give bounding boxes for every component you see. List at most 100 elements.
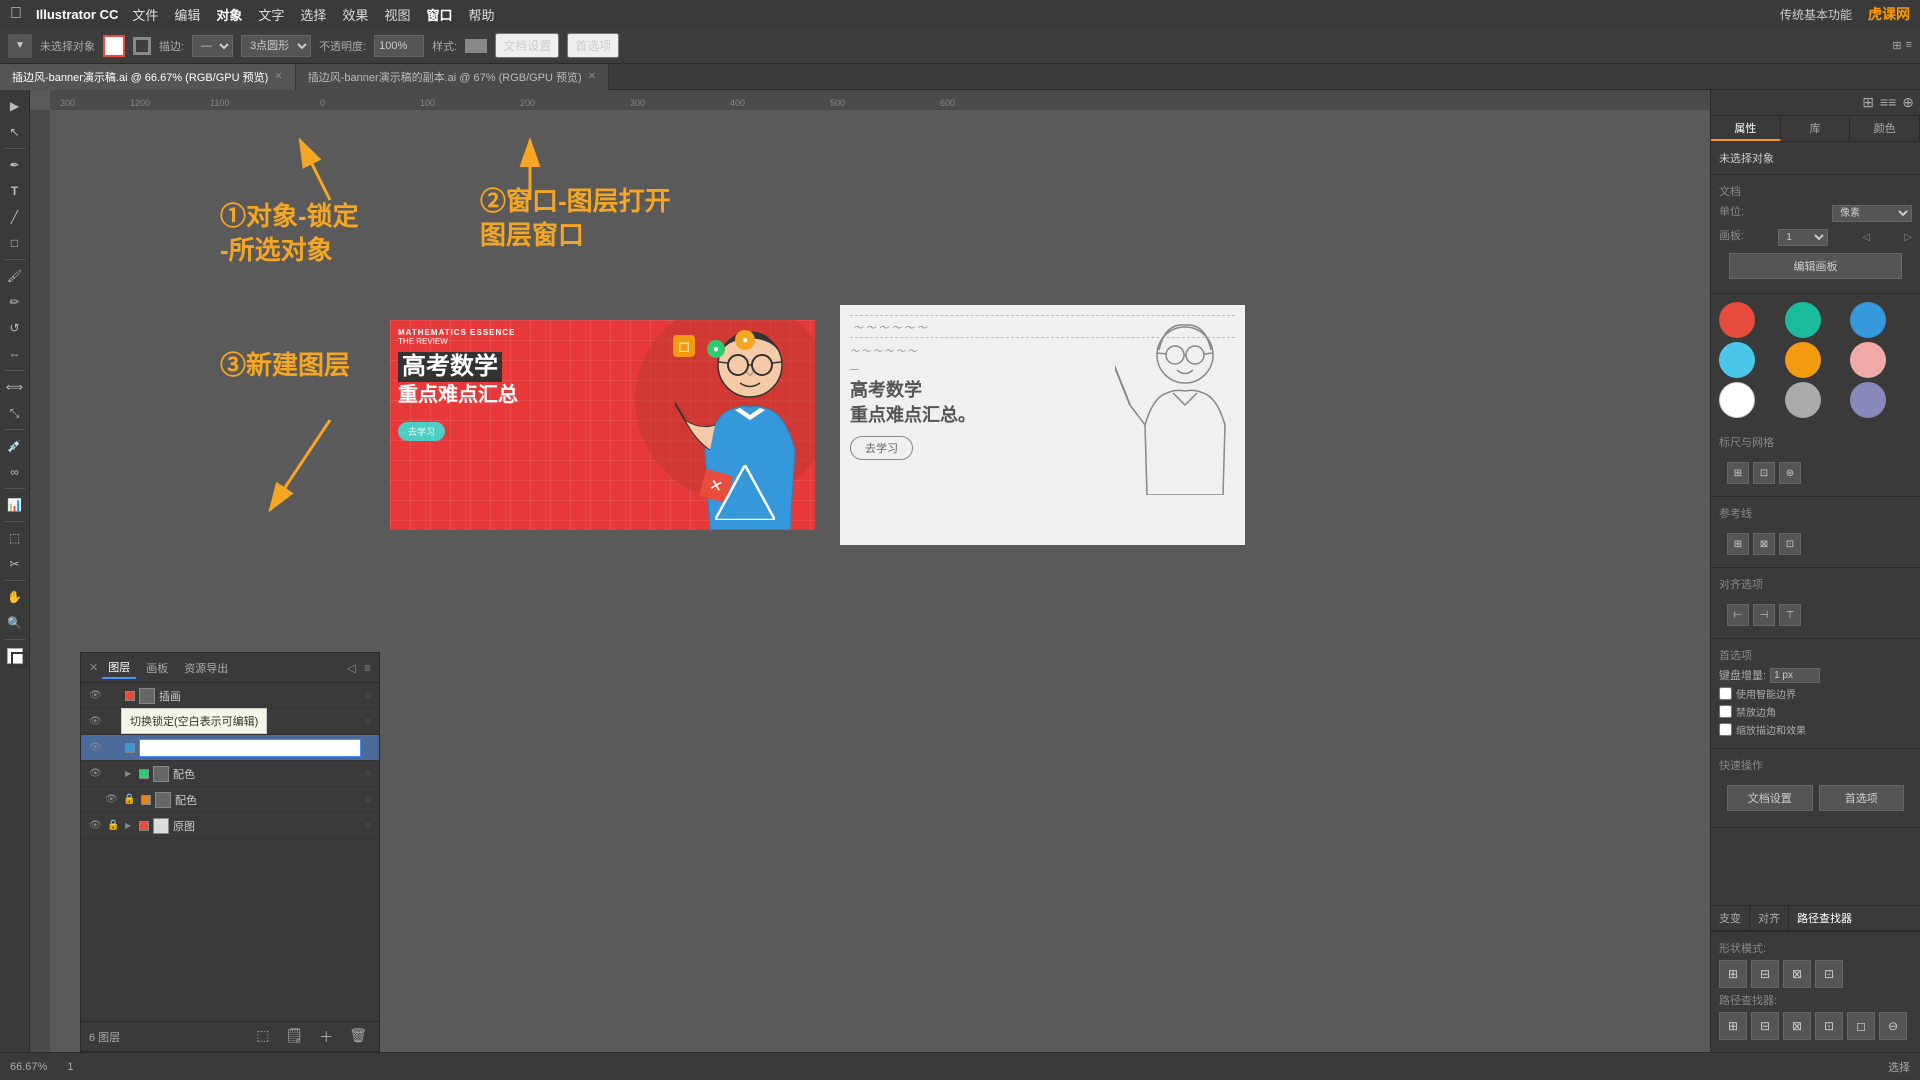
- layer-expand-color1[interactable]: ▶: [125, 769, 135, 778]
- template-next[interactable]: ▷: [1904, 232, 1912, 243]
- panel-tab-properties[interactable]: 属性: [1711, 116, 1781, 141]
- layer-eye-color1[interactable]: 👁: [89, 768, 103, 779]
- tool-select[interactable]: ▶: [3, 94, 27, 118]
- unit-select[interactable]: 像素: [1832, 205, 1912, 222]
- apple-icon[interactable]: : [10, 5, 22, 23]
- tool-shape[interactable]: □: [3, 231, 27, 255]
- layer-item-active[interactable]: 👁 ○ 切换锁定(空白表示可编辑): [81, 735, 379, 761]
- stroke-weight[interactable]: —: [192, 35, 233, 57]
- panel-tab-library[interactable]: 库: [1781, 116, 1851, 141]
- tool-slice[interactable]: ✂: [3, 552, 27, 576]
- preferences-btn[interactable]: 首选项: [567, 33, 619, 58]
- layer-delete-btn[interactable]: 🗑: [345, 1025, 371, 1049]
- swatch-lightblue[interactable]: [1719, 342, 1755, 378]
- tab-1-close[interactable]: ✕: [274, 71, 282, 82]
- pf-outline-btn[interactable]: ◻: [1847, 1012, 1875, 1040]
- layer-item-color1[interactable]: 👁 ▶ 配色 ○: [81, 761, 379, 787]
- menu-window[interactable]: 窗口: [426, 5, 452, 24]
- edit-template-btn[interactable]: 编辑画板: [1729, 253, 1903, 279]
- menu-file[interactable]: 文件: [132, 5, 158, 24]
- layers-tab-export[interactable]: 资源导出: [178, 658, 234, 678]
- layers-tab-layers[interactable]: 图层: [102, 657, 136, 679]
- menu-help[interactable]: 帮助: [468, 5, 494, 24]
- layer-eye-color2[interactable]: 👁: [105, 794, 119, 805]
- align-left-btn[interactable]: ⊢: [1727, 604, 1749, 626]
- tool-eyedropper[interactable]: 💉: [3, 434, 27, 458]
- swatch-orange[interactable]: [1785, 342, 1821, 378]
- tool-selector[interactable]: ▼: [8, 34, 32, 58]
- smart-guides-cb[interactable]: [1719, 687, 1732, 700]
- layer-eye-text[interactable]: 👁: [89, 716, 103, 727]
- panel-icon-pathfinder[interactable]: ⊕: [1902, 94, 1914, 111]
- tab-2-close[interactable]: ✕: [588, 71, 596, 82]
- layer-expand-original[interactable]: ▶: [125, 821, 135, 830]
- workspace-selector[interactable]: 传统基本功能: [1774, 4, 1858, 25]
- menu-edit[interactable]: 编辑: [174, 5, 200, 24]
- layer-new-layer-btn[interactable]: ＋: [315, 1025, 337, 1049]
- pf-minus-btn[interactable]: ⊖: [1879, 1012, 1907, 1040]
- pf-divide-btn[interactable]: ⊞: [1719, 1012, 1747, 1040]
- tool-line[interactable]: ╱: [3, 205, 27, 229]
- shape-intersect-btn[interactable]: ⊠: [1783, 960, 1811, 988]
- shape-select[interactable]: 3点圆形: [241, 35, 311, 57]
- layer-item-painting[interactable]: 👁 插画 ○: [81, 683, 379, 709]
- layers-close-btn[interactable]: ✕: [89, 661, 98, 674]
- opacity-input[interactable]: [374, 35, 424, 57]
- view-icon[interactable]: ⊞: [1892, 39, 1901, 52]
- bottom-tab-transform[interactable]: 支变: [1711, 906, 1750, 930]
- layers-menu-btn[interactable]: ≡: [364, 661, 371, 675]
- tool-direct-select[interactable]: ↖: [3, 120, 27, 144]
- tool-text[interactable]: T: [3, 179, 27, 203]
- increment-input[interactable]: [1770, 668, 1820, 683]
- pf-trim-btn[interactable]: ⊟: [1751, 1012, 1779, 1040]
- swatch-blue[interactable]: [1850, 302, 1886, 338]
- template-select[interactable]: 1: [1778, 229, 1828, 246]
- layer-item-color2[interactable]: 👁 🔒 配色 ○: [81, 787, 379, 813]
- shape-exclude-btn[interactable]: ⊡: [1815, 960, 1843, 988]
- pf-crop-btn[interactable]: ⊡: [1815, 1012, 1843, 1040]
- arrange-icon[interactable]: ≡: [1906, 39, 1912, 52]
- swatch-white[interactable]: [1719, 382, 1755, 418]
- ref-btn2[interactable]: ⊠: [1753, 533, 1775, 555]
- tool-rotate[interactable]: ↺: [3, 316, 27, 340]
- tool-blend[interactable]: ∞: [3, 460, 27, 484]
- menu-effect[interactable]: 效果: [342, 5, 368, 24]
- template-prev[interactable]: ◁: [1862, 232, 1870, 243]
- stroke-color[interactable]: [133, 37, 151, 55]
- panel-icon-transform[interactable]: ⊞: [1862, 94, 1874, 111]
- swatch-gray[interactable]: [1785, 382, 1821, 418]
- menu-object[interactable]: 对象: [216, 5, 242, 24]
- panel-tab-color[interactable]: 颜色: [1850, 116, 1920, 141]
- layer-eye-original[interactable]: 👁: [89, 820, 103, 831]
- tab-1[interactable]: 插边风-banner演示稿.ai @ 66.67% (RGB/GPU 预览) ✕: [0, 64, 296, 90]
- snap-point-btn[interactable]: ⊛: [1779, 462, 1801, 484]
- tool-artboard[interactable]: ⬚: [3, 526, 27, 550]
- fill-square[interactable]: [7, 648, 23, 664]
- ref-btn3[interactable]: ⊡: [1779, 533, 1801, 555]
- style-preview[interactable]: [465, 39, 487, 53]
- tool-width[interactable]: ⟺: [3, 375, 27, 399]
- bottom-tab-pathfinder[interactable]: 路径查找器: [1789, 906, 1860, 930]
- align-right-btn[interactable]: ⊤: [1779, 604, 1801, 626]
- tool-hand[interactable]: ✋: [3, 585, 27, 609]
- ref-btn1[interactable]: ⊞: [1727, 533, 1749, 555]
- align-center-btn[interactable]: ⊣: [1753, 604, 1775, 626]
- doc-settings-btn[interactable]: 文档设置: [495, 33, 559, 58]
- corner-radius-cb[interactable]: [1719, 705, 1732, 718]
- menu-text[interactable]: 文字: [258, 5, 284, 24]
- layer-eye-painting[interactable]: 👁: [89, 690, 103, 701]
- tab-2[interactable]: 插边风-banner演示稿的副本.ai @ 67% (RGB/GPU 预览) ✕: [296, 64, 609, 90]
- tool-free-transform[interactable]: ⤡: [3, 401, 27, 425]
- layer-lock-original[interactable]: 🔒: [107, 820, 121, 831]
- panel-icon-align[interactable]: ≡≡: [1880, 94, 1896, 111]
- layer-create-btn[interactable]: 🗒: [281, 1025, 307, 1049]
- layer-item-original[interactable]: 👁 🔒 ▶ 原图 ○: [81, 813, 379, 839]
- layer-create-sub-btn[interactable]: ⬚: [252, 1025, 273, 1049]
- layers-expand-btn[interactable]: ◁: [347, 661, 356, 675]
- bottom-tab-align[interactable]: 对齐: [1750, 906, 1789, 930]
- layers-tab-artboards[interactable]: 画板: [140, 658, 174, 678]
- snap-grid-btn[interactable]: ⊡: [1753, 462, 1775, 484]
- tool-pen[interactable]: ✒: [3, 153, 27, 177]
- layer-name-input-active[interactable]: [139, 739, 361, 757]
- menu-select[interactable]: 选择: [300, 5, 326, 24]
